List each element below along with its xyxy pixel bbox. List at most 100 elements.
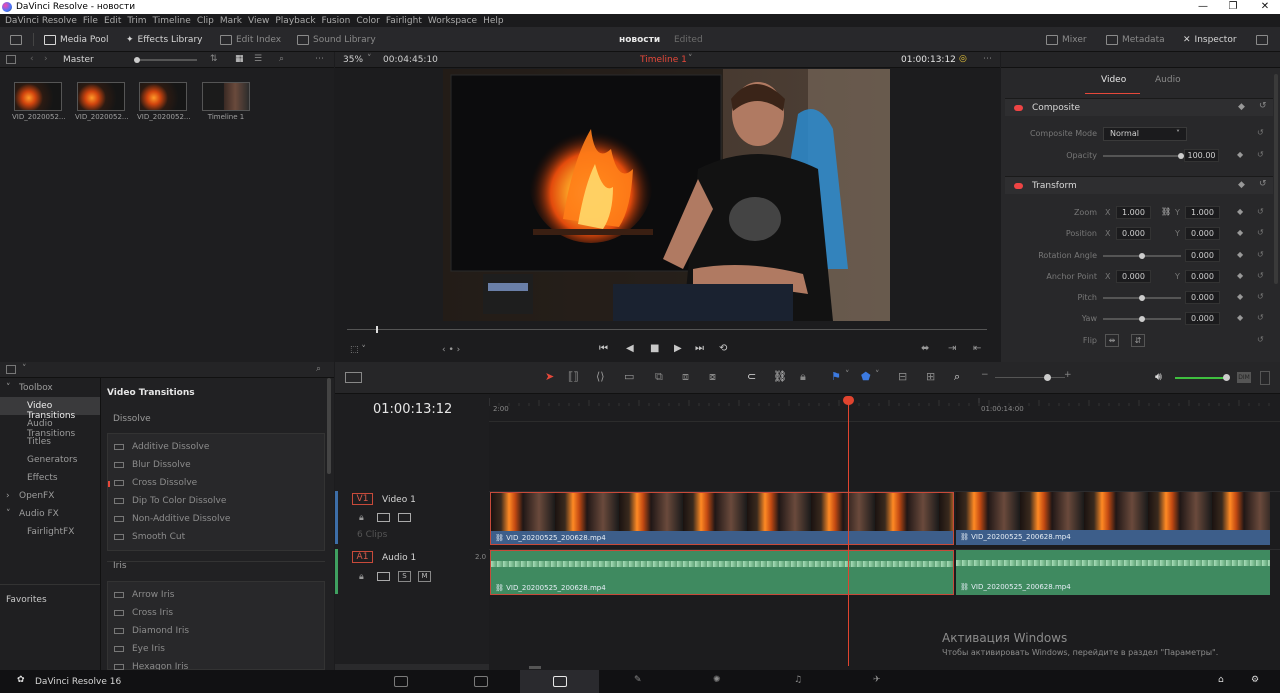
transition-item[interactable]: Cross Iris xyxy=(114,608,173,618)
opacity-value[interactable]: 100.00 xyxy=(1184,149,1219,162)
full-extent-zoom-icon[interactable]: ⊟ xyxy=(898,370,907,383)
slider-knob[interactable] xyxy=(1223,374,1230,381)
reset-icon[interactable]: ↺ xyxy=(1257,228,1264,237)
tab-video[interactable]: Video xyxy=(1101,75,1126,85)
custom-zoom-icon[interactable]: ⌕ xyxy=(954,370,960,384)
media-pool-button[interactable]: Media Pool xyxy=(44,31,109,48)
list-scrollbar[interactable] xyxy=(327,378,331,474)
linked-selection-icon[interactable]: ⛓ xyxy=(773,370,787,383)
color-page-icon[interactable]: ✺ xyxy=(713,675,721,685)
video-track-badge[interactable]: V1 xyxy=(352,493,373,505)
minimize-button[interactable]: — xyxy=(1188,0,1218,14)
composite-section[interactable]: Composite ◆ ↺ xyxy=(1005,98,1273,116)
slider-knob[interactable] xyxy=(1139,295,1145,301)
reset-icon[interactable]: ↺ xyxy=(1259,179,1267,189)
toggle-icon[interactable] xyxy=(1014,105,1023,111)
mixer-button[interactable]: Mixer xyxy=(1046,31,1087,48)
search-icon[interactable]: ⌕ xyxy=(316,364,321,374)
sync-status-icon[interactable]: ◎ xyxy=(959,54,967,64)
marker-icon[interactable]: ⬟ xyxy=(861,370,871,383)
more-options-icon[interactable]: ⋯ xyxy=(315,54,324,64)
jump-to-start-icon[interactable]: ⏮ xyxy=(599,343,608,354)
audio-clip[interactable]: ⛓ VID_20200525_200628.mp4 xyxy=(490,550,954,595)
insert-clip-icon[interactable]: ⧉ xyxy=(655,370,663,384)
previous-edit-icon[interactable]: ⇤ xyxy=(973,343,981,354)
zoom-x-field[interactable]: 1.000 xyxy=(1116,206,1151,219)
transition-item[interactable]: Arrow Iris xyxy=(114,590,174,600)
clip-thumbnail[interactable] xyxy=(14,82,62,111)
transition-item[interactable]: Cross Dissolve xyxy=(114,478,197,488)
view-options-icon[interactable]: ⬚ ˅ xyxy=(350,345,366,355)
dynamic-trim-icon[interactable]: ⟨⟩ xyxy=(596,370,605,383)
clip-thumbnail[interactable] xyxy=(77,82,125,111)
audio-clip[interactable]: ⛓ VID_20200525_200628.mp4 xyxy=(956,550,1270,595)
stop-icon[interactable]: ■ xyxy=(650,343,659,354)
scrub-handle[interactable] xyxy=(376,326,378,333)
keyframe-icon[interactable]: ◆ xyxy=(1237,228,1243,237)
tree-item-titles[interactable]: Titles xyxy=(27,437,51,447)
auto-select-icon[interactable] xyxy=(377,513,390,522)
tree-item-openfx[interactable]: OpenFX xyxy=(19,491,54,501)
chevron-down-icon[interactable]: ˅ xyxy=(22,364,27,374)
menu-playback[interactable]: Playback xyxy=(275,16,315,26)
reset-icon[interactable]: ↺ xyxy=(1257,292,1264,301)
menu-view[interactable]: View xyxy=(248,16,269,26)
timeline-thumbnail[interactable] xyxy=(202,82,250,111)
keyframe-icon[interactable]: ◆ xyxy=(1238,102,1245,112)
media-page-icon[interactable] xyxy=(394,676,408,687)
track-enable-icon[interactable] xyxy=(398,513,411,522)
trim-tool-icon[interactable]: ⟦⟧ xyxy=(568,370,579,383)
transition-item[interactable]: Dip To Color Dissolve xyxy=(114,496,226,506)
fusion-page-icon[interactable]: ✎ xyxy=(634,675,642,685)
reset-icon[interactable]: ↺ xyxy=(1257,250,1264,259)
position-x-field[interactable]: 0.000 xyxy=(1116,227,1151,240)
mute-button[interactable]: M xyxy=(418,571,431,582)
chevron-down-icon[interactable]: ˅ xyxy=(367,54,372,64)
timeline-view-icon[interactable] xyxy=(345,372,362,383)
timeline-name[interactable]: Timeline 1 xyxy=(640,55,687,65)
scrub-bar[interactable] xyxy=(347,329,987,330)
tree-item-toolbox[interactable]: Toolbox xyxy=(19,383,53,393)
tree-item-fairlightfx[interactable]: FairlightFX xyxy=(27,527,74,537)
lock-icon[interactable]: 🔒︎ xyxy=(800,370,806,384)
menu-file[interactable]: File xyxy=(83,16,98,26)
menu-davinci-resolve[interactable]: DaVinci Resolve xyxy=(5,16,77,26)
replace-clip-icon[interactable]: ⧇ xyxy=(709,370,716,384)
tab-audio[interactable]: Audio xyxy=(1155,75,1181,85)
auto-select-icon[interactable] xyxy=(377,572,390,581)
volume-slider[interactable] xyxy=(1175,377,1227,379)
grid-view-icon[interactable]: ▦ xyxy=(235,54,244,64)
jog-control-icon[interactable]: ‹ • › xyxy=(442,345,460,355)
forward-arrow-icon[interactable]: › xyxy=(44,54,48,64)
reset-icon[interactable]: ↺ xyxy=(1257,271,1264,280)
sidebar-toggle-icon[interactable] xyxy=(6,55,16,64)
metadata-button[interactable]: Metadata xyxy=(1106,31,1165,48)
edit-index-button[interactable]: Edit Index xyxy=(220,31,281,48)
blade-tool-icon[interactable]: ▭ xyxy=(624,370,634,383)
toggle-icon[interactable] xyxy=(1014,183,1023,189)
selection-tool-icon[interactable]: ➤ xyxy=(545,370,554,383)
favorites-label[interactable]: Favorites xyxy=(6,595,47,605)
composite-mode-select[interactable]: Normal ˅ xyxy=(1103,127,1187,141)
rotation-field[interactable]: 0.000 xyxy=(1185,249,1220,262)
flag-icon[interactable]: ⚑ xyxy=(831,370,841,383)
close-button[interactable]: ✕ xyxy=(1250,0,1280,14)
position-y-field[interactable]: 0.000 xyxy=(1185,227,1220,240)
list-view-icon[interactable]: ☰ xyxy=(254,54,262,64)
menu-color[interactable]: Color xyxy=(356,16,380,26)
horizontal-scrollbar[interactable] xyxy=(529,666,541,669)
sound-library-button[interactable]: Sound Library xyxy=(297,31,376,48)
anchor-x-field[interactable]: 0.000 xyxy=(1116,270,1151,283)
tree-arrow-icon[interactable]: ˅ xyxy=(6,383,11,393)
chevron-down-icon[interactable]: ˅ xyxy=(688,54,693,64)
zoom-out-icon[interactable]: − xyxy=(981,370,989,380)
slider-knob[interactable] xyxy=(134,57,140,63)
settings-gear-icon[interactable]: ⚙ xyxy=(1251,675,1259,685)
speaker-icon[interactable]: 🔊︎ xyxy=(1155,370,1162,384)
transition-item[interactable]: Non-Additive Dissolve xyxy=(114,514,230,524)
transition-item[interactable]: Blur Dissolve xyxy=(114,460,191,470)
zoom-slider[interactable] xyxy=(995,377,1065,378)
lock-icon[interactable]: 🔒︎ xyxy=(359,513,364,523)
slider-knob[interactable] xyxy=(1139,316,1145,322)
fairlight-page-icon[interactable]: ♫ xyxy=(794,675,802,685)
